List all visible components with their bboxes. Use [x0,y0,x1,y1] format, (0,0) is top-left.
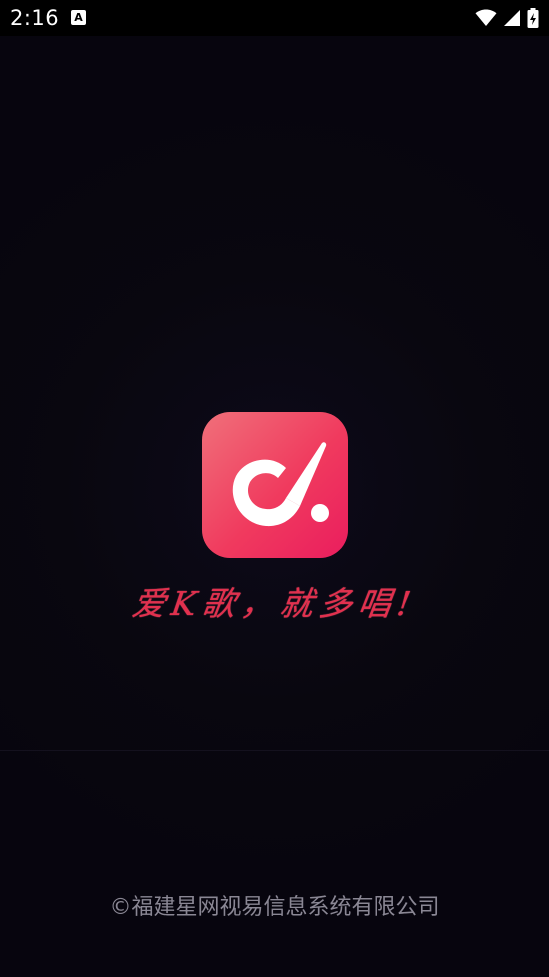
slogan: 爱K歌，就多唱! [100,578,449,630]
battery-charging-icon [527,8,539,28]
splash-screen: 2:16 A 爱K歌，就多唱! ©福建星网视易信息系统有限公司 [0,0,549,977]
status-time: 2:16 [10,6,60,30]
cellular-signal-icon [504,10,520,26]
divider [0,750,549,751]
status-bar: 2:16 A [0,0,549,36]
slogan-text: 爱K歌，就多唱! [129,584,420,623]
status-icons [475,8,539,28]
copyright-text: ©福建星网视易信息系统有限公司 [109,895,440,920]
app-logo-icon [202,412,348,558]
wifi-icon [475,9,497,26]
notification-a-icon: A [71,10,86,25]
